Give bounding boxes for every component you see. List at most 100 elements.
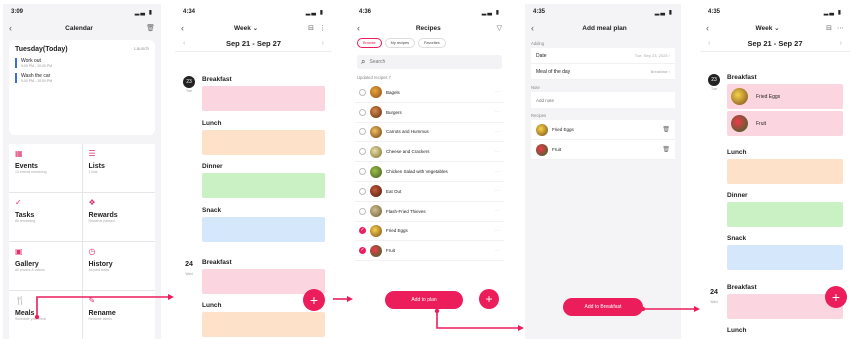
meal-slot[interactable]: Breakfast	[202, 259, 325, 294]
meal-slot[interactable]: Snack	[727, 235, 843, 270]
recipe-checkbox[interactable]	[359, 108, 366, 116]
date-field[interactable]: Date Tue, Sep 23, 2025 ›	[531, 48, 675, 64]
note-field	[531, 92, 675, 108]
meal-block[interactable]	[202, 217, 325, 242]
event-item[interactable]: Work out 9:00 PM - 10:00 PM	[15, 58, 149, 68]
meal-of-day-field[interactable]: Meal of the day Breakfast ›	[531, 64, 675, 80]
more-icon[interactable]: ···	[495, 149, 500, 155]
tile-tasks[interactable]: ✓ Tasks All remaining	[9, 193, 82, 241]
more-icon[interactable]: ···	[495, 129, 500, 135]
meal-slot[interactable]: Lunch	[202, 120, 325, 155]
trash-icon[interactable]: 🗑	[662, 146, 670, 153]
more-icon[interactable]: ···	[495, 208, 500, 214]
recipe-row[interactable]: ✓ Fried Eggs ···	[355, 222, 504, 242]
back-icon[interactable]: ‹	[531, 23, 534, 33]
meal-block[interactable]	[202, 130, 325, 155]
recipe-checkbox[interactable]	[359, 168, 366, 176]
event-item[interactable]: Wash the car 9:00 PM - 10:00 PM	[15, 73, 149, 83]
tile-lists[interactable]: ☰ Lists 1 lists	[82, 144, 155, 192]
meal-slot[interactable]: Snack	[202, 207, 325, 242]
add-fab-button[interactable]: +	[303, 289, 325, 311]
meal-item[interactable]: Fruit	[727, 111, 843, 136]
add-fab-button[interactable]: +	[825, 286, 847, 308]
meal-block[interactable]	[202, 173, 325, 198]
meal-item[interactable]: Fried Eggs	[727, 84, 843, 109]
view-selector[interactable]: Week ⌄	[755, 24, 779, 32]
tile-gallery[interactable]: ▣ Gallery All photos & videos	[9, 242, 82, 290]
tile-label: History	[88, 261, 113, 268]
recipe-checkbox[interactable]	[359, 148, 366, 156]
tile-history[interactable]: ◷ History All past tasks	[82, 242, 155, 290]
meal-block[interactable]	[727, 202, 843, 227]
more-icon[interactable]: ···	[495, 248, 500, 254]
add-fab-button[interactable]: +	[479, 289, 499, 309]
recipe-name: Cheese and Crackers	[386, 149, 430, 155]
recipe-row[interactable]: Eat Out ···	[355, 182, 504, 202]
list-icon: ☰	[88, 149, 96, 158]
recipe-checkbox[interactable]	[359, 128, 366, 136]
filter-icon[interactable]: ▽	[497, 24, 502, 32]
today-card[interactable]: Tuesday(Today) Launch Work out 9:00 PM -…	[9, 40, 155, 135]
recipe-row[interactable]: Carrots and Hummus ···	[355, 123, 504, 143]
more-icon[interactable]: ···	[495, 89, 500, 95]
recipe-row[interactable]: ✓ Fruit ···	[355, 241, 504, 262]
recipe-row[interactable]: Flash-Fried Thieves ···	[355, 202, 504, 222]
tab-browse[interactable]: Browse	[357, 38, 382, 48]
recipe-row[interactable]: Bagels ···	[355, 83, 504, 103]
note-input[interactable]	[536, 97, 670, 103]
status-time: 4:36	[359, 9, 372, 15]
view-selector[interactable]: Week ⌄	[234, 24, 258, 32]
recipe-checkbox[interactable]	[359, 88, 366, 96]
prev-week-icon[interactable]: ‹	[708, 40, 710, 47]
more-icon[interactable]: ···	[495, 188, 500, 194]
tile-meals[interactable]: 🍴 Meals Schedule your meal	[9, 291, 82, 339]
back-icon[interactable]: ‹	[357, 23, 360, 33]
trash-icon[interactable]: 🗑	[146, 24, 155, 32]
search-input[interactable]	[369, 59, 470, 65]
more-icon[interactable]: ⋮	[319, 24, 326, 32]
tile-rename[interactable]: ✎ Rename Rename labels	[82, 291, 155, 339]
meal-label: Snack	[727, 235, 747, 242]
more-icon[interactable]: ···	[495, 228, 500, 234]
meal-block[interactable]	[727, 159, 843, 184]
meal-slot[interactable]: Breakfast	[202, 76, 325, 111]
next-week-icon[interactable]: ›	[840, 40, 842, 47]
day-marker: 23 Tue	[704, 74, 724, 91]
today-link[interactable]: Launch	[134, 46, 149, 53]
recipe-checkbox-checked[interactable]: ✓	[359, 247, 366, 255]
meal-slot[interactable]: Dinner	[202, 163, 325, 198]
meal-block[interactable]	[202, 86, 325, 111]
meal-slot[interactable]: Dinner	[727, 192, 843, 227]
back-icon[interactable]: ‹	[181, 23, 184, 33]
recipe-row[interactable]: Chicken Salad with Vegetables ···	[355, 162, 504, 182]
add-to-plan-button[interactable]: Add to plan	[385, 291, 463, 309]
check-icon: ✓	[15, 198, 22, 207]
prev-week-icon[interactable]: ‹	[183, 40, 185, 47]
bookmark-icon[interactable]: ⊟	[826, 24, 832, 32]
bookmark-icon[interactable]: ⊟	[308, 24, 314, 32]
event-time: 9:00 PM - 10:00 PM	[21, 79, 53, 83]
recipe-row[interactable]: Burgers ···	[355, 103, 504, 123]
meal-slot[interactable]: Lunch	[727, 149, 843, 184]
more-icon[interactable]: ···	[495, 169, 500, 175]
recipe-checkbox[interactable]	[359, 207, 366, 215]
recipes-label: Recipes	[531, 113, 547, 118]
tab-favorites[interactable]: Favorites	[418, 38, 446, 48]
next-week-icon[interactable]: ›	[322, 40, 324, 47]
signal-battery-icon: ▂▃ ▮	[134, 9, 153, 16]
trash-icon[interactable]: 🗑	[662, 126, 670, 133]
recipe-row[interactable]: Cheese and Crackers ···	[355, 142, 504, 163]
tile-events[interactable]: ▦ Events 13 events remaining	[9, 144, 82, 192]
recipe-checkbox[interactable]	[359, 187, 366, 195]
tab-my-recipes[interactable]: My recipes	[384, 38, 416, 48]
tile-rewards[interactable]: ❖ Rewards Rewards passed	[82, 193, 155, 241]
more-icon[interactable]: ⋯	[837, 24, 844, 32]
meal-block[interactable]	[202, 312, 325, 337]
more-icon[interactable]: ···	[495, 109, 500, 115]
recipe-checkbox-checked[interactable]: ✓	[359, 227, 366, 235]
back-icon[interactable]: ‹	[9, 23, 12, 33]
meal-block[interactable]	[727, 245, 843, 270]
add-to-breakfast-button[interactable]: Add to Breakfast	[563, 298, 643, 316]
back-icon[interactable]: ‹	[706, 23, 709, 33]
meal-slot[interactable]: Lunch	[727, 327, 843, 337]
